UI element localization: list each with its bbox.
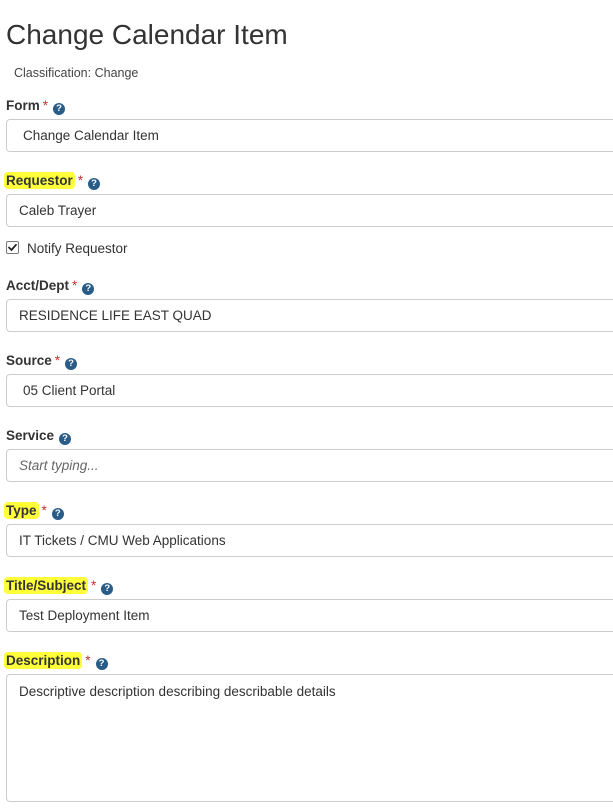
type-label-row: Type *? [4, 501, 64, 521]
requestor-label-row: Requestor *? [4, 171, 101, 191]
help-icon[interactable]: ? [101, 583, 114, 595]
required-marker: * [77, 173, 84, 188]
title-subject-label-row: Title/Subject *? [4, 576, 114, 596]
help-icon[interactable]: ? [59, 433, 72, 445]
service-label-row: Service? [6, 426, 72, 446]
title-subject-label: Title/Subject [4, 577, 89, 594]
title-subject-input[interactable]: Test Deployment Item [6, 599, 613, 632]
form-label-row: Form *? [6, 96, 66, 116]
service-input[interactable]: Start typing... [6, 449, 613, 482]
help-icon[interactable]: ? [51, 508, 64, 520]
description-label: Description [4, 652, 83, 669]
classification-text: Classification: Change [14, 66, 139, 80]
notify-requestor-row: Notify Requestor [6, 239, 128, 259]
checkmark-icon [8, 243, 17, 251]
required-marker: * [41, 503, 47, 518]
source-label: Source [6, 353, 52, 368]
acct-dept-label: Acct/Dept [6, 278, 70, 293]
acct-dept-field[interactable]: RESIDENCE LIFE EAST QUAD [6, 299, 613, 332]
service-label: Service [6, 428, 55, 443]
help-icon[interactable]: ? [82, 283, 95, 295]
description-textarea[interactable]: Descriptive description describing descr… [6, 674, 613, 802]
required-marker: * [91, 578, 97, 593]
type-label: Type [4, 502, 39, 519]
requestor-field[interactable]: Caleb Trayer [6, 194, 613, 227]
form-label: Form [6, 98, 40, 113]
requestor-label: Requestor [4, 172, 75, 189]
help-icon[interactable]: ? [95, 658, 108, 670]
description-label-row: Description *? [4, 651, 108, 671]
required-marker: * [42, 98, 49, 113]
form-select[interactable]: Change Calendar Item [6, 119, 613, 152]
type-field[interactable]: IT Tickets / CMU Web Applications [6, 524, 613, 557]
help-icon[interactable]: ? [65, 358, 78, 370]
acct-dept-label-row: Acct/Dept *? [6, 276, 95, 296]
required-marker: * [85, 653, 91, 668]
source-select[interactable]: 05 Client Portal [6, 374, 613, 407]
page-title: Change Calendar Item [6, 19, 288, 50]
required-marker: * [54, 353, 61, 368]
notify-requestor-label: Notify Requestor [27, 241, 128, 256]
help-icon[interactable]: ? [53, 103, 66, 115]
source-label-row: Source *? [6, 351, 78, 371]
required-marker: * [72, 278, 78, 293]
notify-requestor-checkbox[interactable] [6, 241, 19, 254]
help-icon[interactable]: ? [88, 178, 101, 190]
